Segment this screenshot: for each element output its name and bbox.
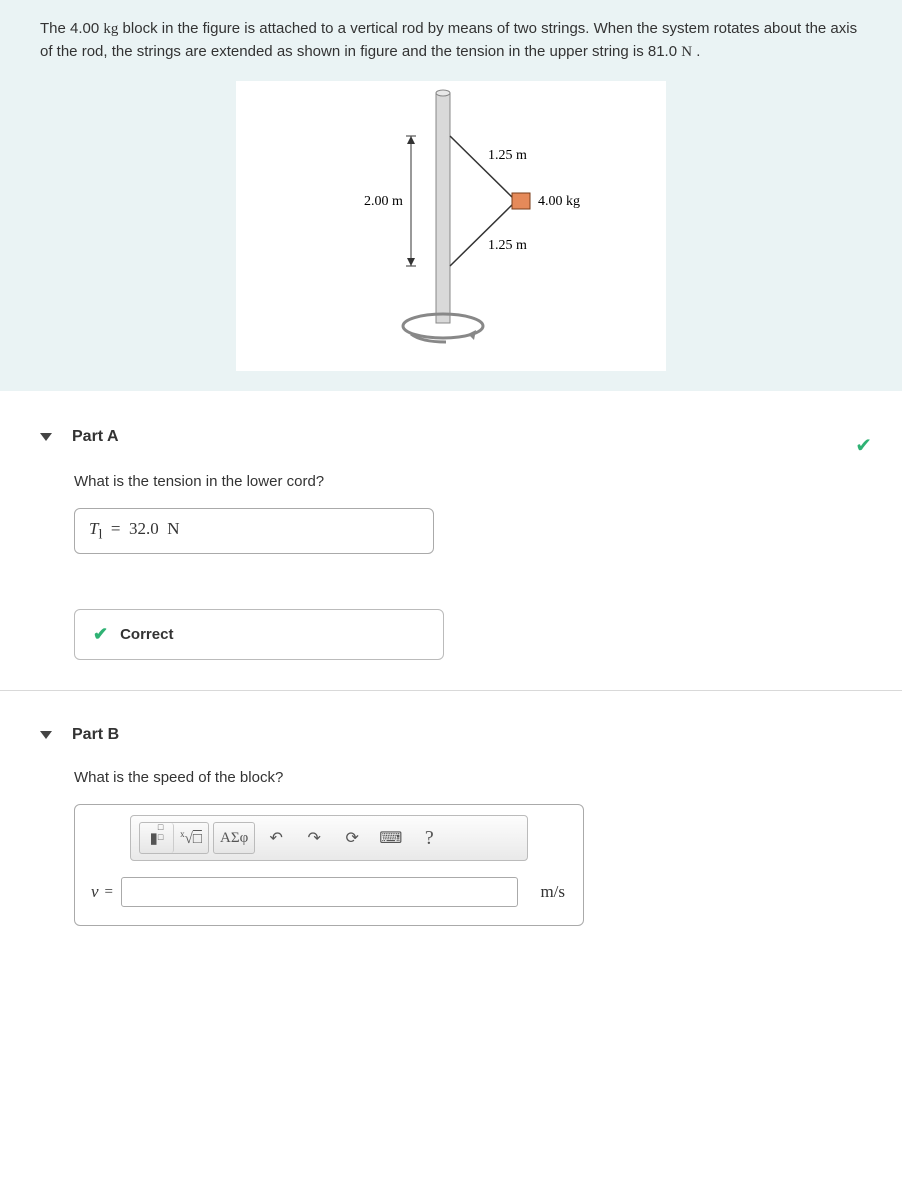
undo-button[interactable]: ↶ <box>259 823 293 853</box>
unit-kg: kg <box>103 21 118 37</box>
text: block in the figure is attached to a ver… <box>40 20 857 60</box>
eq-sign: = <box>111 519 121 538</box>
answer-input-panel: ▮□□ x√□ ΑΣφ ↶ ↷ ⟳ ⌨ ? v = m/s <box>74 804 584 926</box>
figure: 2.00 m 1.25 m 1.25 m 4.00 kg <box>236 81 666 371</box>
equation-toolbar: ▮□□ x√□ ΑΣφ ↶ ↷ ⟳ ⌨ ? <box>130 815 528 861</box>
mass-label: 4.00 kg <box>538 194 580 209</box>
help-button[interactable]: ? <box>412 823 446 853</box>
part-a-title: Part A <box>72 428 119 446</box>
radical-icon: x√□ <box>180 829 202 848</box>
speed-input[interactable] <box>121 877 518 907</box>
greek-button[interactable]: ΑΣφ <box>214 823 254 853</box>
radical-button[interactable]: x√□ <box>174 823 208 853</box>
text: . <box>692 43 700 60</box>
eq-sign: = <box>105 884 113 901</box>
rect-icon: ▮ <box>150 829 158 848</box>
part-b-header[interactable]: Part B <box>40 691 862 754</box>
part-b-title: Part B <box>72 726 119 744</box>
caret-down-icon <box>40 433 52 441</box>
problem-statement: The 4.00 kg block in the figure is attac… <box>40 18 862 63</box>
problem-intro: The 4.00 kg block in the figure is attac… <box>0 0 902 391</box>
check-icon: ✔ <box>93 624 108 645</box>
answer-value: 32.0 <box>129 519 159 538</box>
upper-string-label: 1.25 m <box>488 148 527 163</box>
rod-height-label: 2.00 m <box>364 194 403 209</box>
redo-button[interactable]: ↷ <box>297 823 331 853</box>
frac-icon: □□ <box>158 822 163 842</box>
answer-unit: N <box>167 519 179 538</box>
correct-label: Correct <box>120 626 173 643</box>
part-a-header[interactable]: Part A <box>40 393 119 456</box>
caret-down-icon <box>40 731 52 739</box>
lower-string-label: 1.25 m <box>488 238 527 253</box>
part-b-body: What is the speed of the block? ▮□□ x√□ … <box>40 754 862 926</box>
reset-button[interactable]: ⟳ <box>335 823 369 853</box>
keyboard-button[interactable]: ⌨ <box>373 823 408 853</box>
part-a-body: What is the tension in the lower cord? T… <box>40 458 862 660</box>
correct-feedback: ✔ Correct <box>74 609 444 660</box>
var-label: v <box>91 882 99 902</box>
part-a-answer: Tl = 32.0 N <box>74 508 434 554</box>
text: The 4.00 <box>40 20 103 37</box>
part-b-question: What is the speed of the block? <box>74 769 862 786</box>
answer-sub: l <box>98 526 102 542</box>
unit-n: N <box>681 44 692 60</box>
check-icon: ✔ <box>855 433 872 458</box>
unit-label: m/s <box>540 882 565 902</box>
part-a-question: What is the tension in the lower cord? <box>74 473 862 490</box>
templates-button[interactable]: ▮□□ <box>140 823 174 853</box>
